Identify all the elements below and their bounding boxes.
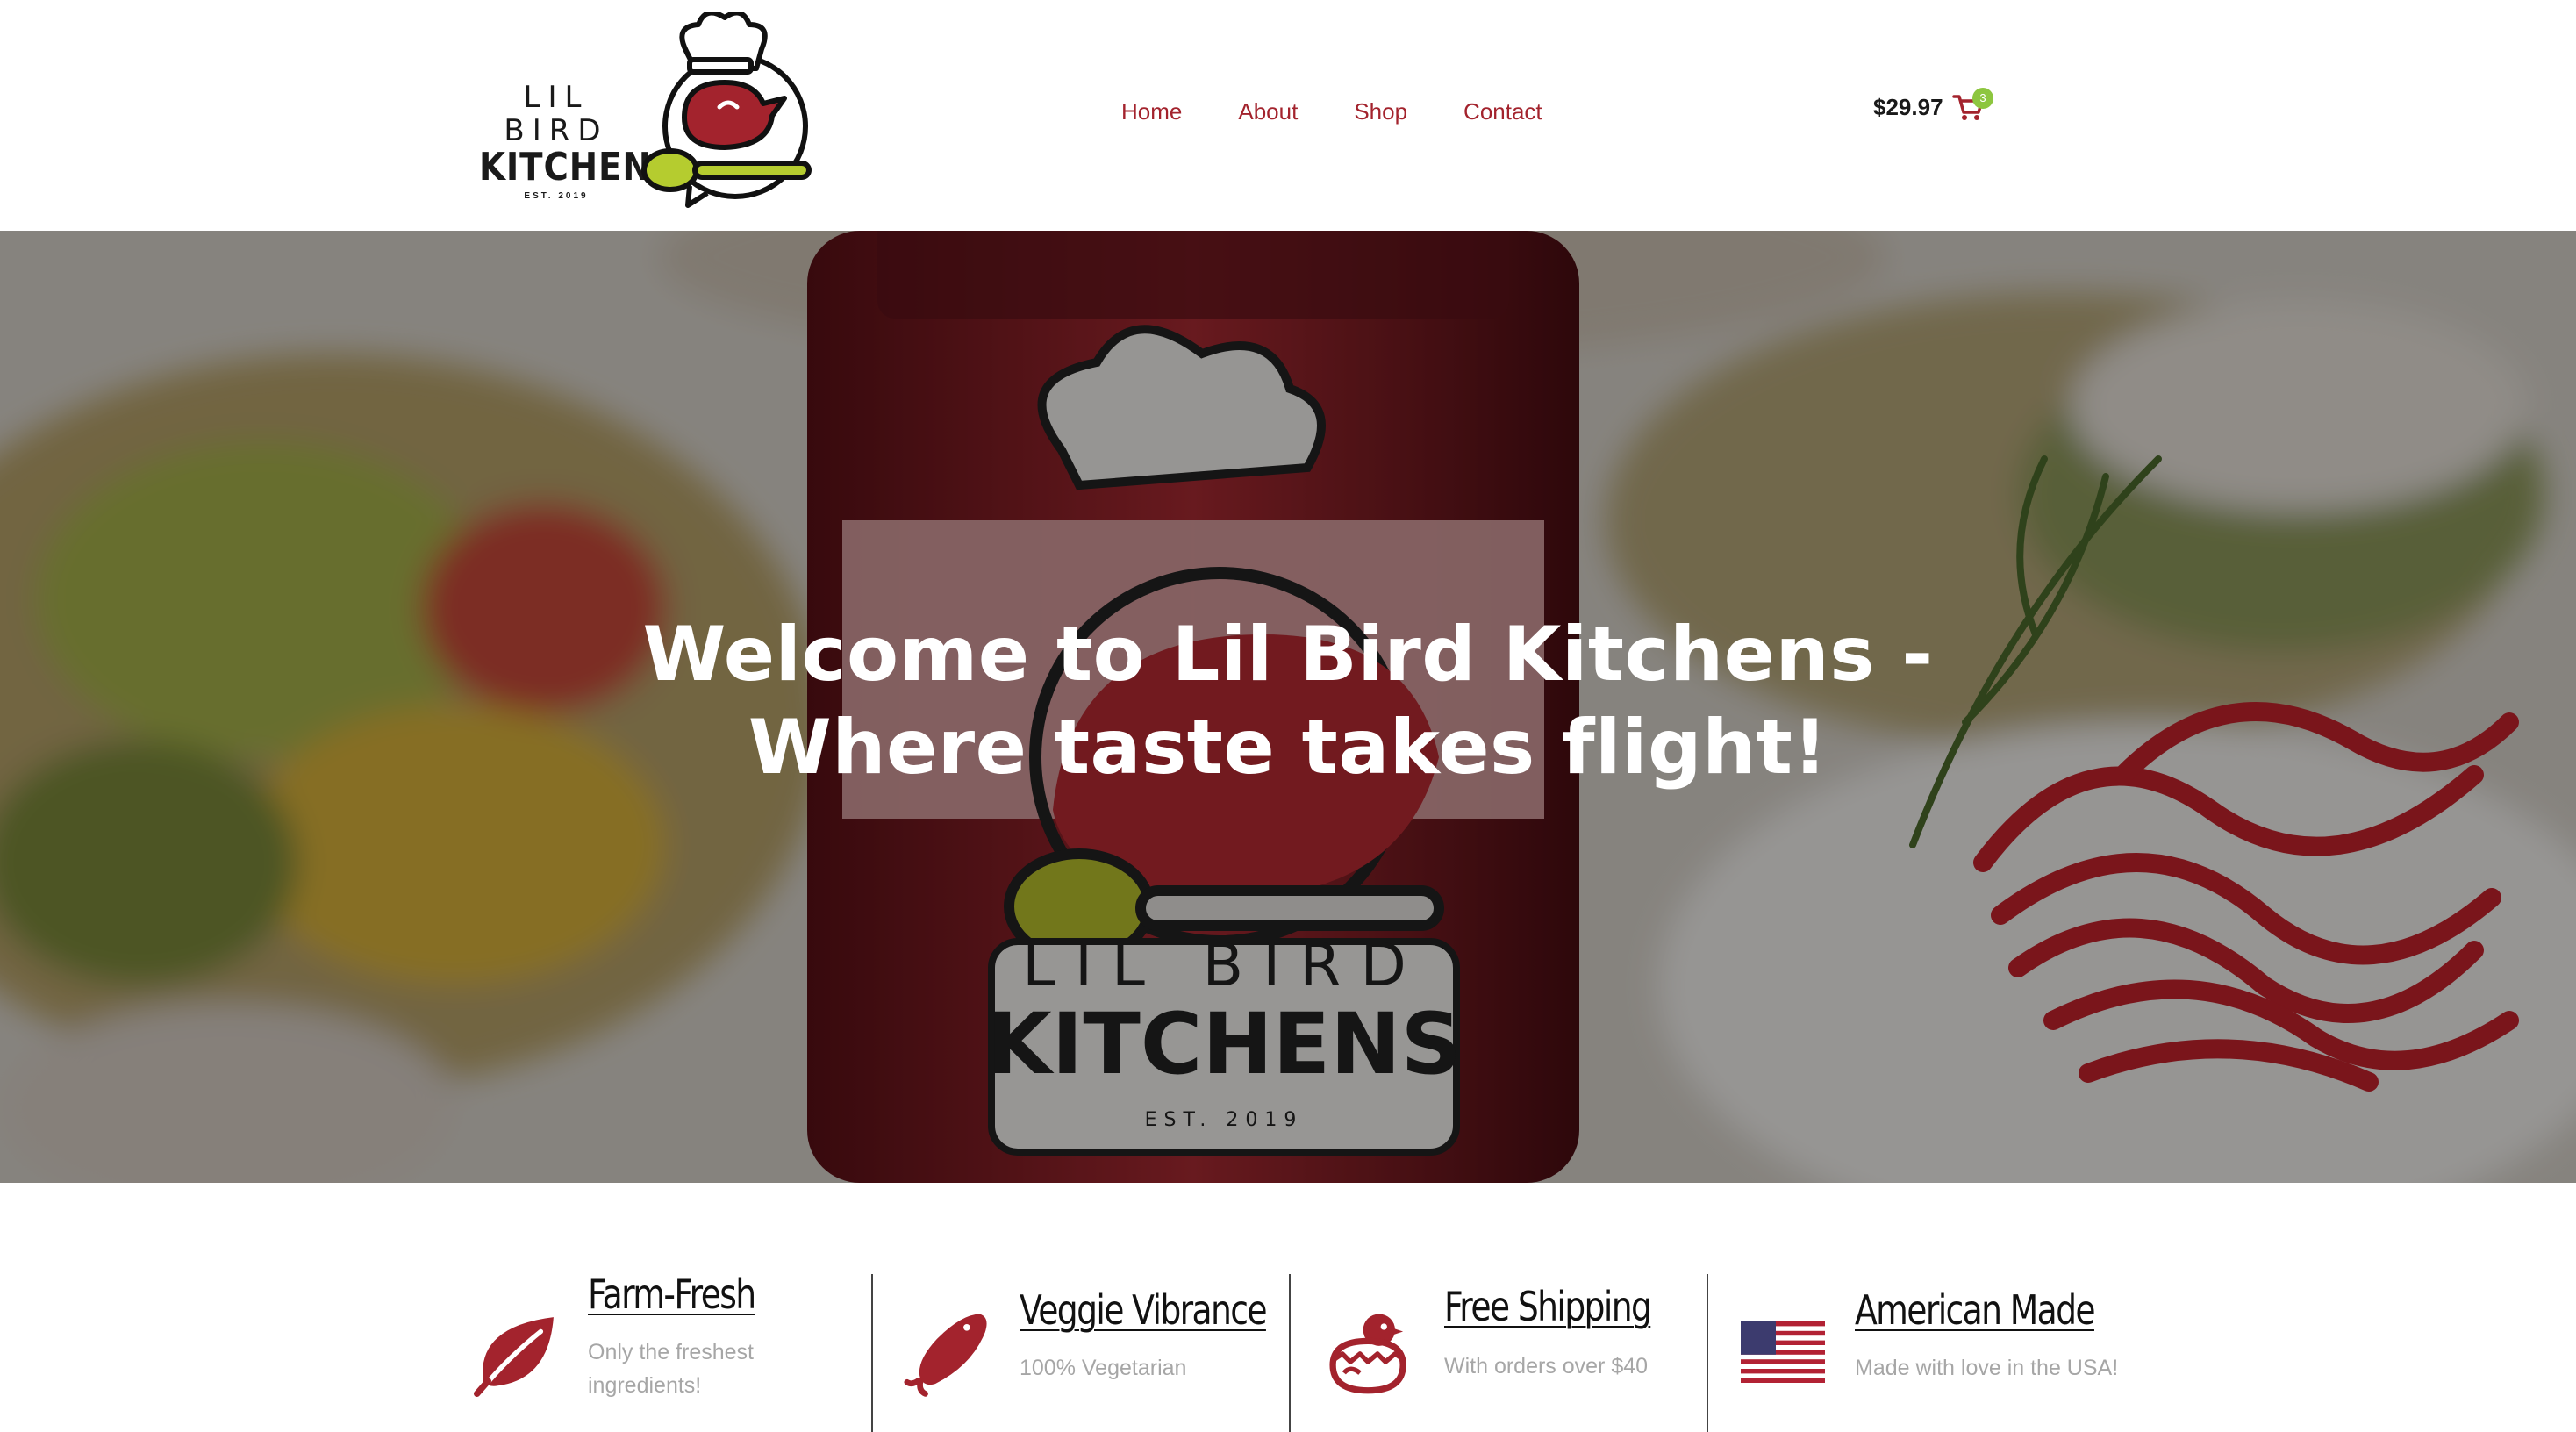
nav-shop-link[interactable]: Shop	[1354, 98, 1407, 125]
site-header: LIL BIRD KITCHENS EST. 2019 Home About S…	[0, 0, 2576, 231]
feature-subtitle-line1: 100% Vegetarian	[1020, 1356, 1187, 1380]
feature-subtitle-line2: ingredients!	[588, 1373, 702, 1398]
feature-subtitle-line1: Made with love in the USA!	[1855, 1356, 2119, 1380]
feature-subtitle: With orders over $40	[1444, 1350, 1648, 1383]
feature-title[interactable]: Veggie Vibrance	[1020, 1286, 1268, 1334]
feature-divider	[1707, 1274, 1708, 1432]
features-row: Farm-Fresh Only the freshest ingredients…	[0, 1183, 2576, 1432]
us-flag-icon	[1741, 1321, 1825, 1383]
main-nav: Home About Shop Contact	[1121, 98, 1542, 125]
cart-button[interactable]: $29.97	[1873, 93, 1984, 121]
hero-title: Welcome to Lil Bird Kitchens - Where tas…	[411, 608, 2165, 794]
feature-veggie-vibrance: Veggie Vibrance 100% Vegetarian	[904, 1271, 1290, 1432]
feature-divider	[1289, 1274, 1291, 1432]
hatching-bird-icon	[1329, 1314, 1406, 1394]
site-logo[interactable]: LIL BIRD KITCHENS EST. 2019	[465, 12, 816, 209]
cart-count-badge: 3	[1972, 88, 1993, 109]
feature-divider	[871, 1274, 873, 1432]
feature-subtitle: Only the freshest ingredients!	[588, 1335, 754, 1402]
logo-wordmark: LIL BIRD KITCHENS EST. 2019	[469, 80, 677, 201]
hero-banner: LIL BIRD KITCHENS EST. 2019 Welcome to L…	[0, 231, 2576, 1183]
hero-title-line2: Where taste takes flight!	[748, 704, 1828, 791]
logo-line1: LIL BIRD	[504, 80, 609, 148]
nav-contact-link[interactable]: Contact	[1463, 98, 1542, 125]
feature-title[interactable]: Free Shipping	[1444, 1283, 1652, 1330]
feature-title[interactable]: American Made	[1855, 1286, 2096, 1334]
pepper-icon	[904, 1314, 987, 1397]
nav-about-link[interactable]: About	[1238, 98, 1298, 125]
cart-total: $29.97	[1873, 93, 1943, 120]
logo-line2: KITCHENS	[479, 145, 677, 190]
leaf-icon	[474, 1317, 554, 1397]
feature-title[interactable]: Farm-Fresh	[588, 1271, 756, 1318]
feature-american-made: American Made Made with love in the USA!	[1741, 1271, 2162, 1432]
hero-title-line1: Welcome to Lil Bird Kitchens -	[642, 611, 1934, 698]
feature-free-shipping: Free Shipping With orders over $40	[1323, 1271, 1709, 1432]
feature-subtitle: Made with love in the USA!	[1855, 1351, 2118, 1385]
nav-home-link[interactable]: Home	[1121, 98, 1182, 125]
feature-subtitle: 100% Vegetarian	[1020, 1351, 1186, 1385]
logo-est: EST. 2019	[524, 191, 589, 201]
feature-subtitle-line1: With orders over $40	[1444, 1354, 1649, 1378]
chef-bird-icon	[641, 12, 812, 208]
feature-farm-fresh: Farm-Fresh Only the freshest ingredients…	[474, 1271, 860, 1432]
feature-subtitle-line1: Only the freshest	[588, 1340, 754, 1364]
